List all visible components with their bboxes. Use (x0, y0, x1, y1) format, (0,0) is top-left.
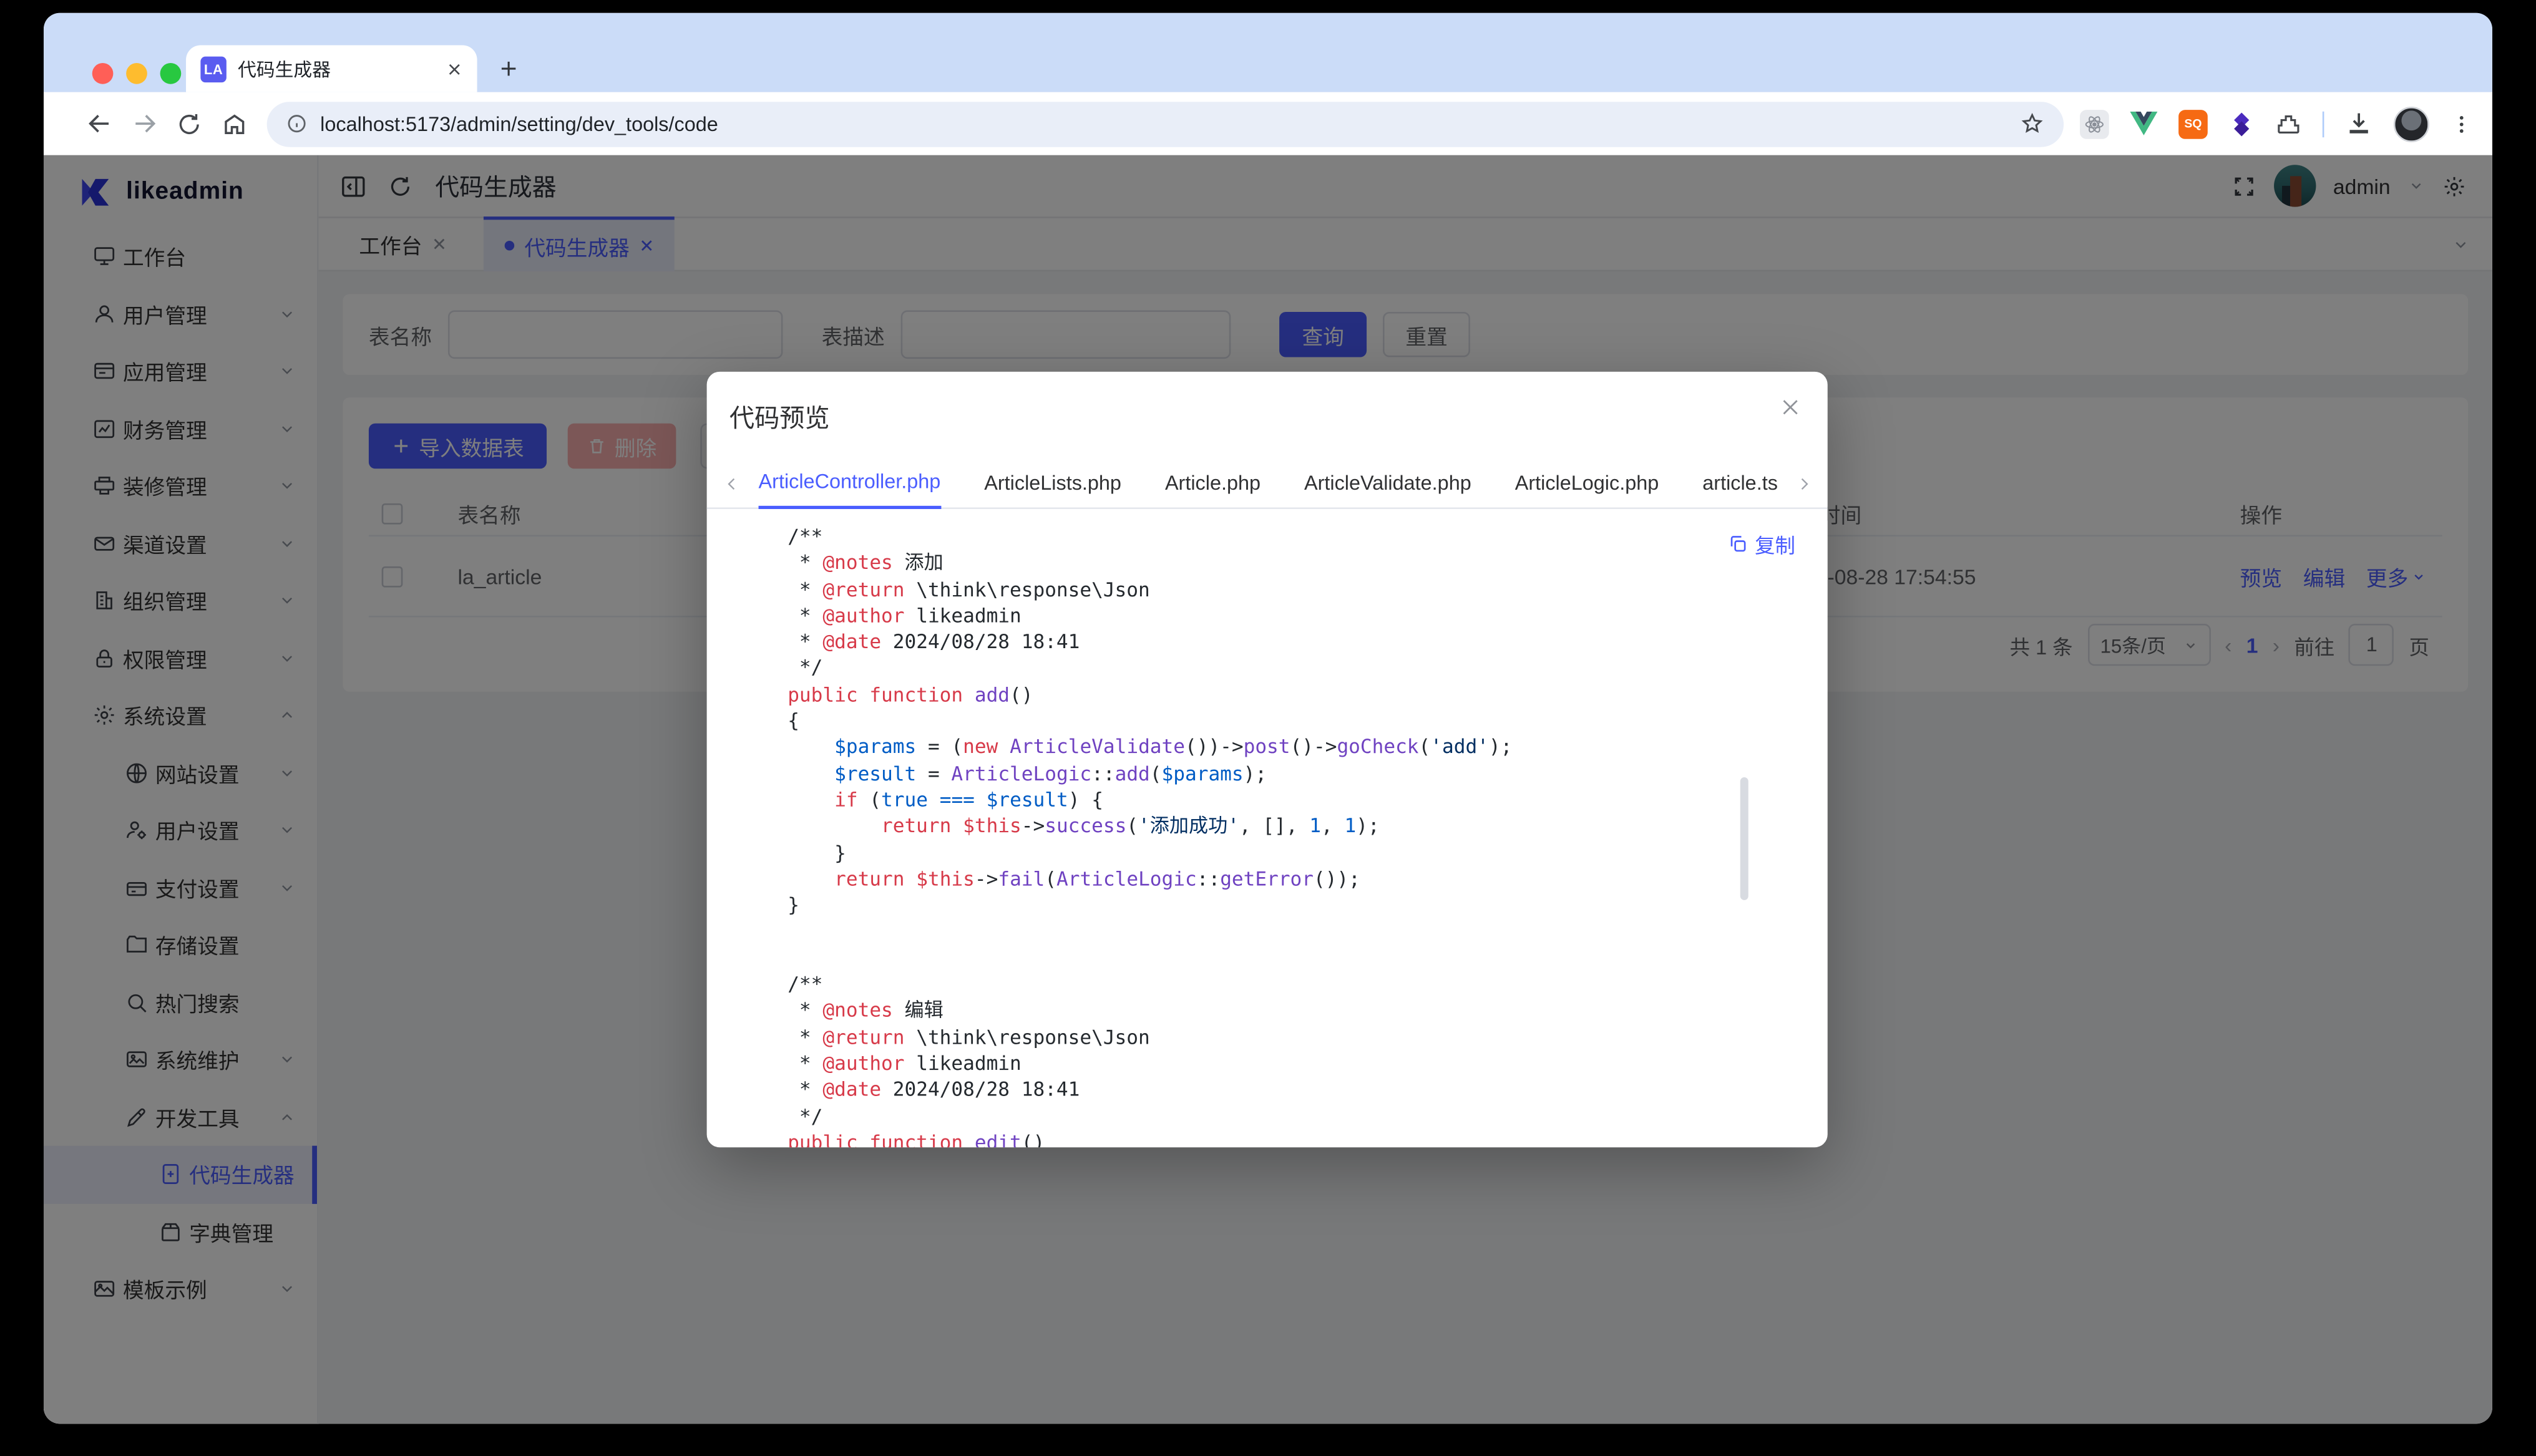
vue-devtools-icon[interactable] (2130, 112, 2157, 136)
copy-button[interactable]: 复制 (1727, 528, 1795, 559)
macos-minimize-button[interactable] (126, 63, 147, 84)
tabs-scroll-right-icon[interactable] (1792, 474, 1815, 492)
url-text[interactable]: localhost:5173/admin/setting/dev_tools/c… (320, 112, 2020, 135)
reload-icon[interactable] (167, 101, 212, 147)
code-scrollbar-thumb[interactable] (1740, 777, 1748, 900)
macos-zoom-button[interactable] (160, 63, 182, 84)
file-tab-ArticleValidate.php[interactable]: ArticleValidate.php (1304, 458, 1471, 508)
extensions-area: SQ (2080, 106, 2473, 142)
file-tab-Article.php[interactable]: Article.php (1165, 458, 1261, 508)
browser-tab-title: 代码生成器 (238, 56, 440, 81)
modal-close-icon[interactable] (1779, 396, 1802, 419)
sq-extension-icon[interactable]: SQ (2178, 109, 2208, 138)
code-block[interactable]: /** * @notes 添加 * @return \think\respons… (788, 523, 1714, 1147)
code-preview-modal: 代码预览 ArticleController.php ArticleLists.p… (707, 372, 1828, 1147)
file-tab-list: ArticleController.php ArticleLists.php Art… (759, 458, 1778, 508)
copy-icon (1727, 533, 1748, 555)
macos-close-button[interactable] (92, 63, 114, 84)
browser-tab[interactable]: LA 代码生成器 (186, 46, 477, 92)
react-devtools-icon[interactable] (2080, 109, 2109, 138)
back-icon[interactable] (76, 101, 122, 147)
chrome-profile-avatar[interactable] (2394, 106, 2429, 142)
browser-tabstrip: LA 代码生成器 (44, 13, 2492, 92)
modal-file-tabs: ArticleController.php ArticleLists.php Art… (707, 459, 1828, 509)
tab-close-icon[interactable] (446, 61, 462, 77)
chrome-menu-icon[interactable] (2451, 112, 2473, 135)
file-tab-article.ts[interactable]: article.ts (1702, 458, 1778, 508)
file-tab-ArticleLogic.php[interactable]: ArticleLogic.php (1515, 458, 1659, 508)
url-bar[interactable]: localhost:5173/admin/setting/dev_tools/c… (267, 101, 2064, 147)
site-info-icon[interactable] (286, 113, 308, 134)
browser-toolbar: localhost:5173/admin/setting/dev_tools/c… (44, 92, 2492, 155)
home-icon[interactable] (212, 101, 258, 147)
file-tab-ArticleLists.php[interactable]: ArticleLists.php (984, 458, 1121, 508)
diamond-extension-icon[interactable] (2229, 110, 2255, 136)
screenshot-stage: LA 代码生成器 (0, 0, 2536, 1456)
modal-title: 代码预览 (729, 399, 830, 435)
downloads-icon[interactable] (2345, 110, 2373, 137)
toolbar-divider (2323, 110, 2324, 136)
tabs-scroll-left-icon[interactable] (719, 474, 742, 492)
puzzle-extensions-icon[interactable] (2276, 110, 2301, 136)
favicon: LA (200, 56, 226, 81)
file-tab-ArticleController.php[interactable]: ArticleController.php (759, 458, 941, 508)
new-tab-button[interactable] (492, 52, 524, 84)
forward-icon[interactable] (121, 101, 167, 147)
bookmark-star-icon[interactable] (2020, 112, 2044, 136)
